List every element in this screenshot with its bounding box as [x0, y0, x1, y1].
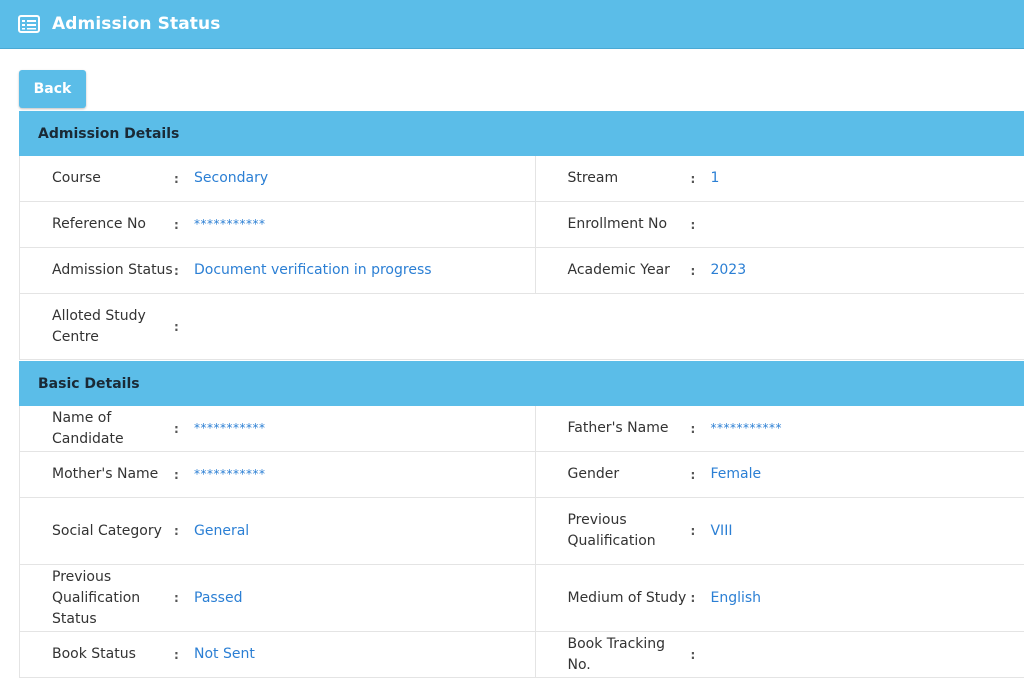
separator: :	[690, 524, 696, 538]
separator: :	[690, 467, 696, 482]
separator: :	[690, 171, 696, 186]
course-label: Course	[52, 170, 101, 186]
detail-cell: Father's Name : ***********	[536, 406, 1024, 451]
detail-cell: Medium of Study : English	[536, 565, 1024, 631]
father-name-label: Father's Name	[567, 420, 669, 436]
reference-no-value: ***********	[194, 217, 266, 231]
table-row: Book Status : Not Sent Book Tracking No.…	[19, 632, 1024, 678]
detail-cell: Alloted Study Centre :	[20, 294, 537, 359]
back-button[interactable]: Back	[19, 70, 86, 108]
separator: :	[174, 171, 179, 186]
separator: :	[174, 263, 179, 278]
separator: :	[174, 217, 179, 232]
table-row: Admission Status : Document verification…	[19, 248, 1024, 294]
separator: :	[690, 217, 696, 232]
stream-value: 1	[710, 170, 720, 186]
admission-details-panel: Admission Details Course : Secondary Str…	[19, 111, 1024, 360]
qualification-status-value: Passed	[194, 589, 243, 606]
mother-name-value: ***********	[194, 467, 266, 481]
qualification-status-label: Previous Qualification Status	[52, 568, 141, 627]
social-category-label: Social Category	[52, 522, 162, 539]
page-title: Admission Status	[52, 14, 221, 34]
book-status-value: Not Sent	[194, 646, 255, 662]
admission-status-value: Document verification in progress	[194, 262, 432, 278]
mother-name-label: Mother's Name	[52, 466, 159, 482]
gender-label: Gender	[567, 466, 620, 482]
detail-cell: Course : Secondary	[20, 156, 537, 201]
basic-details-heading: Basic Details	[19, 361, 1024, 406]
enrollment-no-label: Enrollment No	[567, 216, 668, 232]
detail-cell: Academic Year : 2023	[536, 248, 1024, 293]
separator: :	[690, 591, 696, 605]
table-row: Alloted Study Centre :	[19, 294, 1024, 360]
table-row: Name of Candidate : *********** Father's…	[19, 406, 1024, 452]
previous-qualification-value: VIII	[710, 522, 733, 539]
detail-cell: Mother's Name : ***********	[20, 452, 537, 497]
detail-cell: Social Category : General	[20, 498, 537, 564]
detail-cell: Book Tracking No. :	[536, 632, 1024, 677]
detail-cell: Name of Candidate : ***********	[20, 406, 537, 451]
gender-value: Female	[710, 466, 762, 482]
previous-qualification-label: Previous Qualification	[567, 512, 656, 549]
list-icon	[18, 15, 40, 33]
book-status-label: Book Status	[52, 646, 136, 662]
separator: :	[174, 647, 179, 662]
separator: :	[690, 647, 696, 662]
table-row: Course : Secondary Stream : 1	[19, 156, 1024, 202]
detail-cell: Reference No : ***********	[20, 202, 537, 247]
admission-status-label: Admission Status	[52, 262, 173, 278]
course-value: Secondary	[194, 170, 269, 186]
academic-year-label: Academic Year	[567, 262, 670, 278]
page-header: Admission Status	[0, 0, 1024, 49]
candidate-name-label: Name of Candidate	[52, 409, 124, 447]
study-centre-label: Alloted Study Centre	[52, 307, 146, 345]
stream-label: Stream	[567, 170, 619, 186]
table-row: Reference No : *********** Enrollment No…	[19, 202, 1024, 248]
book-tracking-label: Book Tracking No.	[567, 635, 666, 673]
candidate-name-value: ***********	[194, 421, 266, 435]
detail-cell: Stream : 1	[536, 156, 1024, 201]
medium-of-study-label: Medium of Study	[567, 589, 687, 606]
detail-cell: Enrollment No :	[536, 202, 1024, 247]
separator: :	[174, 524, 179, 538]
detail-cell: Book Status : Not Sent	[20, 632, 537, 677]
separator: :	[174, 421, 179, 436]
detail-cell: Admission Status : Document verification…	[20, 248, 537, 293]
detail-cell: Previous Qualification : VIII	[536, 498, 1024, 564]
separator: :	[690, 421, 696, 436]
medium-of-study-value: English	[710, 589, 762, 606]
table-row: Previous Qualification Status : Passed M…	[19, 565, 1024, 632]
detail-cell: Gender : Female	[536, 452, 1024, 497]
table-row: Mother's Name : *********** Gender : Fem…	[19, 452, 1024, 498]
admission-details-heading: Admission Details	[19, 111, 1024, 156]
separator: :	[174, 591, 179, 605]
separator: :	[174, 467, 179, 482]
social-category-value: General	[194, 522, 250, 539]
detail-cell: Previous Qualification Status : Passed	[20, 565, 537, 631]
separator: :	[690, 263, 696, 278]
basic-details-panel: Basic Details Name of Candidate : ******…	[19, 361, 1024, 678]
father-name-value: ***********	[710, 421, 782, 435]
separator: :	[174, 319, 179, 334]
reference-no-label: Reference No	[52, 216, 146, 232]
academic-year-value: 2023	[710, 262, 747, 278]
table-row: Social Category : General Previous Quali…	[19, 498, 1024, 565]
